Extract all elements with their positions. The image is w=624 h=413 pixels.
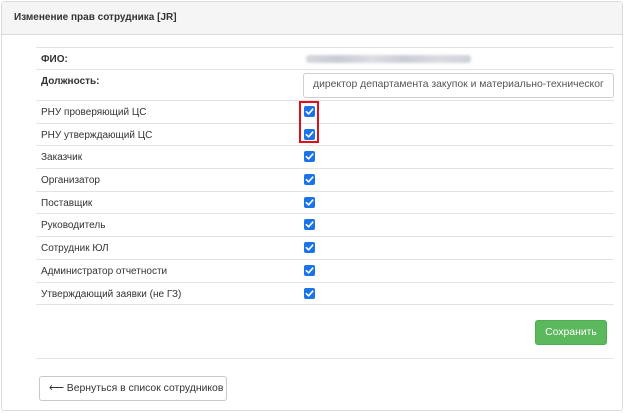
role-checkbox-reporting-admin[interactable]	[304, 264, 315, 276]
position-label: Должность:	[41, 76, 100, 87]
role-label: Заказчик	[41, 152, 83, 164]
back-to-employee-list-button[interactable]: ⟵ Вернуться в список сотрудников	[39, 376, 227, 401]
role-checkbox-customer[interactable]	[304, 151, 315, 163]
role-checkbox-organizer[interactable]	[304, 174, 315, 186]
position-field[interactable]: директор департамента закупок и материал…	[303, 73, 614, 98]
role-label: РНУ утверждающий ЦС	[41, 129, 153, 141]
role-label: Сотрудник ЮЛ	[41, 243, 109, 255]
role-row-rnu-approver: РНУ утверждающий ЦС	[36, 122, 614, 146]
role-checkbox-legal-entity-employee[interactable]	[304, 242, 315, 254]
highlight-box	[299, 101, 319, 143]
table-bottom-border	[36, 304, 614, 306]
position-row: Должность: директор департамента закупок…	[36, 69, 614, 100]
divider	[36, 358, 614, 359]
edit-employee-rights-panel: Изменение прав сотрудника [JR] ФИО: Долж…	[1, 1, 623, 411]
role-checkbox-application-approver[interactable]	[304, 287, 315, 299]
role-row-manager: Руководитель	[36, 213, 614, 236]
role-row-legal-entity-employee: Сотрудник ЮЛ	[36, 236, 614, 259]
fio-row: ФИО:	[36, 47, 614, 69]
role-row-reporting-admin: Администратор отчетности	[36, 258, 614, 282]
role-label: Организатор	[41, 175, 100, 187]
role-checkbox-supplier[interactable]	[304, 196, 315, 208]
role-label: Руководитель	[41, 220, 106, 232]
role-row-organizer: Организатор	[36, 168, 614, 191]
role-row-supplier: Поставщик	[36, 190, 614, 214]
panel-title: Изменение прав сотрудника [JR]	[2, 2, 622, 35]
role-label: РНУ проверяющий ЦС	[41, 107, 147, 118]
role-label: Администратор отчетности	[41, 265, 168, 277]
fio-value-redacted	[306, 55, 471, 63]
role-label: Утверждающий заявки (не ГЗ)	[41, 288, 182, 300]
save-button[interactable]: Сохранить	[535, 320, 607, 345]
role-row-rnu-checker: РНУ проверяющий ЦС	[36, 100, 614, 123]
role-label: Поставщик	[41, 197, 93, 209]
role-row-customer: Заказчик	[36, 145, 614, 168]
role-checkbox-manager[interactable]	[304, 219, 315, 231]
role-row-application-approver: Утверждающий заявки (не ГЗ)	[36, 281, 614, 305]
rights-table: ФИО: Должность: директор департамента за…	[36, 47, 614, 306]
fio-label: ФИО:	[41, 54, 68, 65]
